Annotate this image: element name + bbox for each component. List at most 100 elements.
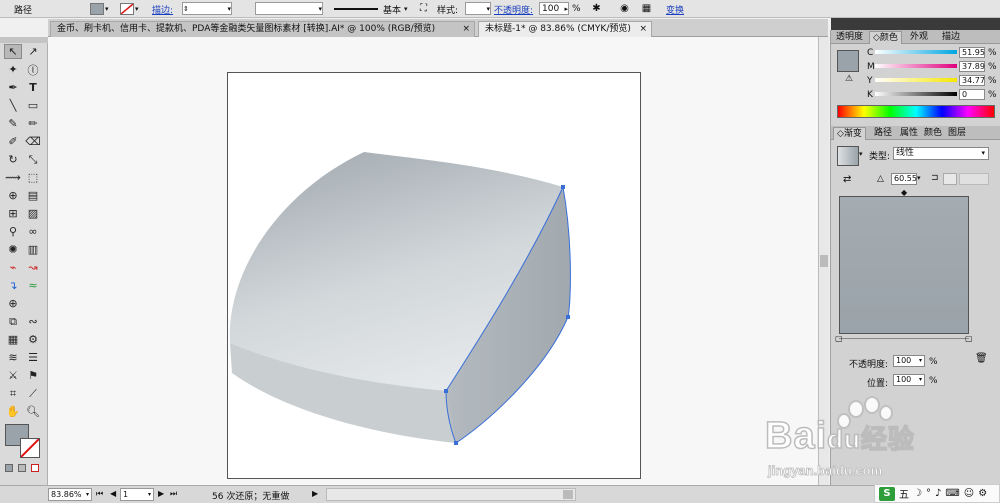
eyedropper-tool-icon[interactable]: ⚲: [4, 224, 22, 239]
angle-input[interactable]: 60.55: [891, 173, 917, 185]
shape-builder-tool-icon[interactable]: ⊕: [4, 188, 22, 203]
value-m[interactable]: 37.89: [959, 61, 985, 72]
smooth-tool-icon[interactable]: ≈: [24, 278, 42, 293]
horizontal-scrollbar-thumb[interactable]: [563, 490, 573, 499]
last-page-icon[interactable]: ⏭: [170, 489, 177, 499]
eraser-tool-icon[interactable]: ⌫: [24, 134, 42, 149]
stroke-swatch[interactable]: ▾: [120, 2, 139, 16]
tab-document-2[interactable]: 未标题-1* @ 83.86% (CMYK/预览) ×: [478, 21, 652, 37]
stop-location-input[interactable]: 100 ▾: [893, 374, 925, 386]
scale-tool-icon[interactable]: ⤡: [24, 152, 42, 167]
out-of-gamut-icon[interactable]: ⚠: [845, 74, 853, 84]
prev-page-icon[interactable]: ◀: [110, 489, 116, 498]
rectangle-tool-icon[interactable]: ▭: [24, 98, 42, 113]
tab-appearance[interactable]: 外观: [907, 31, 931, 44]
direct-selection-tool-icon[interactable]: ↗: [24, 44, 42, 59]
status-menu-icon[interactable]: ▶: [312, 489, 318, 498]
opacity-link[interactable]: 不透明度:: [494, 2, 533, 16]
gradient-type-dropdown[interactable]: 线性 ▾: [893, 147, 989, 160]
page-dropdown[interactable]: 1 ▾: [120, 488, 154, 501]
tab-color[interactable]: ◇颜色: [869, 31, 902, 44]
delete-stop-icon[interactable]: 🗑︎: [975, 353, 988, 364]
color-spectrum-bar[interactable]: [837, 105, 995, 118]
fill-swatch[interactable]: ▾: [90, 2, 109, 16]
value-c[interactable]: 51.95: [959, 47, 985, 58]
opacity-input[interactable]: 100 ▸: [539, 2, 569, 15]
artboard-tool-icon[interactable]: ⧉: [4, 314, 22, 329]
tab-pathfinder[interactable]: 路径: [871, 127, 895, 140]
stroke-style-dropdown-arrow[interactable]: ▾: [404, 2, 408, 16]
value-k[interactable]: 0: [959, 89, 985, 100]
warp-tool-icon[interactable]: ≋: [4, 350, 22, 365]
pencil-tool-icon[interactable]: ✏: [24, 116, 42, 131]
free-transform-tool-icon[interactable]: ⬚: [24, 170, 42, 185]
value-y[interactable]: 34.77: [959, 75, 985, 86]
lasso-tool-icon[interactable]: ⓛ: [24, 62, 42, 77]
next-page-icon[interactable]: ▶: [158, 489, 164, 498]
stroke-link[interactable]: 描边:: [152, 2, 173, 16]
color-mode-icon[interactable]: [5, 464, 13, 472]
symbol-sprayer-tool-icon[interactable]: ✺: [4, 242, 22, 257]
close-icon[interactable]: ×: [462, 22, 470, 37]
none-mode-icon[interactable]: [31, 464, 39, 472]
canvas-area[interactable]: [48, 37, 818, 485]
stroke-color-box[interactable]: [20, 438, 40, 458]
tab-layers[interactable]: 图层: [945, 127, 969, 140]
box-illustration[interactable]: [228, 73, 642, 480]
tab-attributes[interactable]: 属性: [897, 127, 921, 140]
ime-logo-icon[interactable]: S: [879, 486, 895, 501]
align-icon[interactable]: ▦: [640, 2, 653, 15]
magic-wand-tool-icon[interactable]: ✦: [4, 62, 22, 77]
mesh-tool-icon[interactable]: ⊞: [4, 206, 22, 221]
zoom-tool-icon[interactable]: 🔍︎: [24, 404, 42, 419]
slice-tool-icon[interactable]: ∾: [24, 314, 42, 329]
hand-tool-icon[interactable]: ✋: [4, 404, 22, 419]
user-icon[interactable]: ☺: [964, 488, 974, 499]
gradient-preview[interactable]: [839, 196, 969, 334]
slider-c[interactable]: [875, 50, 957, 54]
pen-tool-icon[interactable]: ✒: [4, 80, 22, 95]
measure-tool-icon[interactable]: ⟋: [24, 386, 42, 401]
slider-k[interactable]: [875, 92, 957, 96]
tab-transparency[interactable]: 透明度: [833, 31, 866, 44]
scrollbar-thumb[interactable]: [820, 255, 828, 267]
width-tool-icon[interactable]: ⟿: [4, 170, 22, 185]
selection-tool-icon[interactable]: ↖: [4, 44, 22, 59]
blob-brush-tool-icon[interactable]: ✐: [4, 134, 22, 149]
ime-mode-label[interactable]: 五: [899, 486, 909, 501]
moon-icon[interactable]: ☽: [913, 488, 922, 499]
brush-stroke-preview[interactable]: [334, 2, 378, 16]
fill-color-swatch[interactable]: [837, 50, 859, 72]
tab-stroke[interactable]: 描边: [939, 31, 963, 44]
zoom-dropdown[interactable]: 83.86% ▾: [48, 488, 92, 501]
gradient-mode-icon[interactable]: [18, 464, 26, 472]
reverse-gradient-icon[interactable]: ⇄: [843, 174, 851, 185]
punctuation-icon[interactable]: °: [926, 488, 931, 499]
stroke-weight-dropdown[interactable]: ⇕ ▾: [182, 2, 232, 15]
tab-gradient[interactable]: ◇渐变: [833, 127, 866, 140]
mic-icon[interactable]: ♪: [935, 488, 941, 499]
variable-width-dropdown[interactable]: ▾: [255, 2, 323, 15]
gradient-tool-icon[interactable]: ▨: [24, 206, 42, 221]
recolor-icon[interactable]: ✱: [590, 2, 603, 15]
keyboard-icon[interactable]: ⌨: [945, 488, 959, 499]
convert-anchor-tool-icon[interactable]: ↝: [24, 260, 42, 275]
close-icon[interactable]: ×: [639, 22, 647, 37]
rotate-view-tool-icon[interactable]: ⊕: [4, 296, 22, 311]
slider-y[interactable]: [875, 78, 957, 82]
first-page-icon[interactable]: ⏮: [96, 489, 103, 499]
tab-color-2[interactable]: 颜色: [921, 127, 945, 140]
horizontal-scrollbar[interactable]: [326, 488, 576, 501]
gradient-stop-right[interactable]: ▢: [965, 334, 973, 343]
angle-dropdown-arrow[interactable]: ▾: [917, 174, 921, 182]
align-panel-icon[interactable]: ☰: [24, 350, 42, 365]
style-options-icon[interactable]: ⛶: [417, 2, 430, 15]
live-paint-selection-tool-icon[interactable]: ⚙: [24, 332, 42, 347]
line-tool-icon[interactable]: ╲: [4, 98, 22, 113]
perspective-grid-tool-icon[interactable]: ▤: [24, 188, 42, 203]
stop-opacity-input[interactable]: 100 ▾: [893, 355, 925, 367]
aspect-ratio-dropdown[interactable]: [959, 173, 989, 185]
type-tool-icon[interactable]: T: [24, 80, 42, 95]
crop-tool-icon[interactable]: ⌗: [4, 386, 22, 401]
gradient-swatch[interactable]: [837, 146, 859, 166]
